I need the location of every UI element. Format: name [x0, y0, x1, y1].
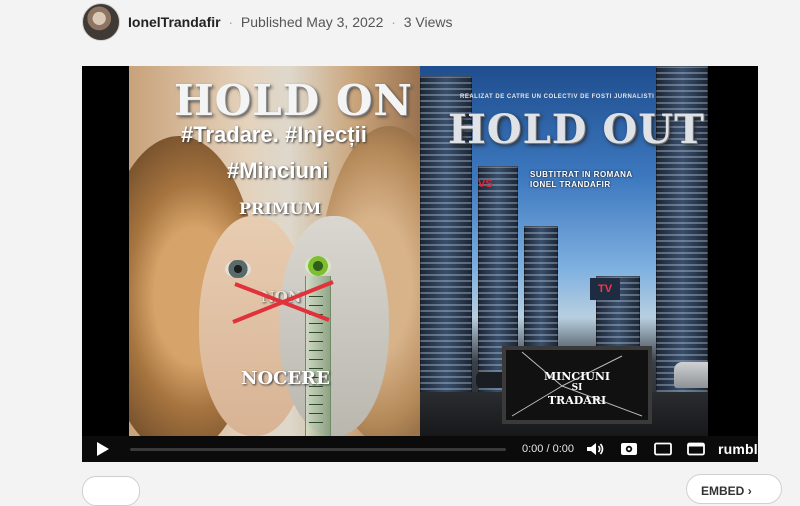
player-controls: 0:00 / 0:00 rumble: [82, 436, 758, 462]
video-header: IonelTrandafir · Published May 3, 2022 ·…: [82, 2, 452, 42]
theater-icon: [654, 442, 672, 456]
embed-button[interactable]: EMBED ›: [686, 474, 782, 504]
time-display: 0:00 / 0:00: [522, 443, 574, 455]
thumbnail-left-panel: HOLD ON #Tradare. #Injecții #Minciuni PR…: [129, 66, 420, 436]
progress-bar[interactable]: [130, 448, 506, 451]
play-icon: [97, 442, 109, 456]
thumbnail-credit: IONEL TRANDAFIR: [530, 180, 611, 189]
brand-logo[interactable]: rumble: [718, 441, 758, 457]
thumbnail-title-left: HOLD ON: [174, 76, 413, 125]
theater-mode-button[interactable]: [652, 440, 674, 458]
volume-button[interactable]: [584, 440, 606, 458]
fullscreen-button[interactable]: [685, 440, 707, 458]
red-cross-icon: [232, 280, 334, 324]
play-button[interactable]: [88, 436, 118, 462]
thumbnail-credit: SUBTITRAT IN ROMANA: [530, 170, 633, 179]
settings-button[interactable]: [618, 440, 640, 458]
tv-text: TRADARI: [547, 394, 607, 407]
tv-text: MINCIUNI: [543, 370, 611, 383]
view-count: 3 Views: [403, 14, 453, 30]
channel-avatar[interactable]: [82, 3, 120, 41]
meta-separator: ·: [391, 14, 396, 30]
tv-sign: TV: [590, 278, 620, 300]
chevron-right-icon: ›: [747, 484, 752, 498]
thumbnail-tags: #Tradare. #Injecții: [181, 122, 367, 147]
vote-buttons[interactable]: [82, 476, 140, 506]
video-frame[interactable]: HOLD ON #Tradare. #Injecții #Minciuni PR…: [129, 66, 708, 436]
thumbnail-word: NOCERE: [241, 368, 330, 389]
video-player[interactable]: HOLD ON #Tradare. #Injecții #Minciuni PR…: [82, 66, 758, 462]
thumbnail-red-mark: VS: [478, 178, 493, 190]
embed-label: EMBED: [701, 484, 745, 498]
fullscreen-icon: [687, 442, 705, 456]
thumbnail-title-right: HOLD OUT: [448, 106, 705, 153]
face-shape: [279, 216, 389, 436]
thumbnail-tags: #Minciuni: [227, 158, 329, 183]
thumbnail-right-panel: REALIZAT DE CATRE UN COLECTIV DE FOSTI J…: [420, 66, 708, 436]
channel-name-link[interactable]: IonelTrandafir: [128, 14, 221, 30]
meta-separator: ·: [228, 14, 233, 30]
car-shape: [674, 362, 708, 388]
eye-shape: [305, 256, 331, 276]
volume-icon: [587, 443, 604, 455]
tv-screen-box: MINCIUNI SI TRADARI: [502, 346, 652, 424]
gear-icon: [621, 443, 637, 455]
thumbnail-word: PRIMUM: [239, 199, 322, 218]
tv-text: SI: [571, 383, 583, 393]
published-date: Published May 3, 2022: [240, 14, 384, 30]
thumbnail-tagline: REALIZAT DE CATRE UN COLECTIV DE FOSTI J…: [460, 94, 655, 100]
